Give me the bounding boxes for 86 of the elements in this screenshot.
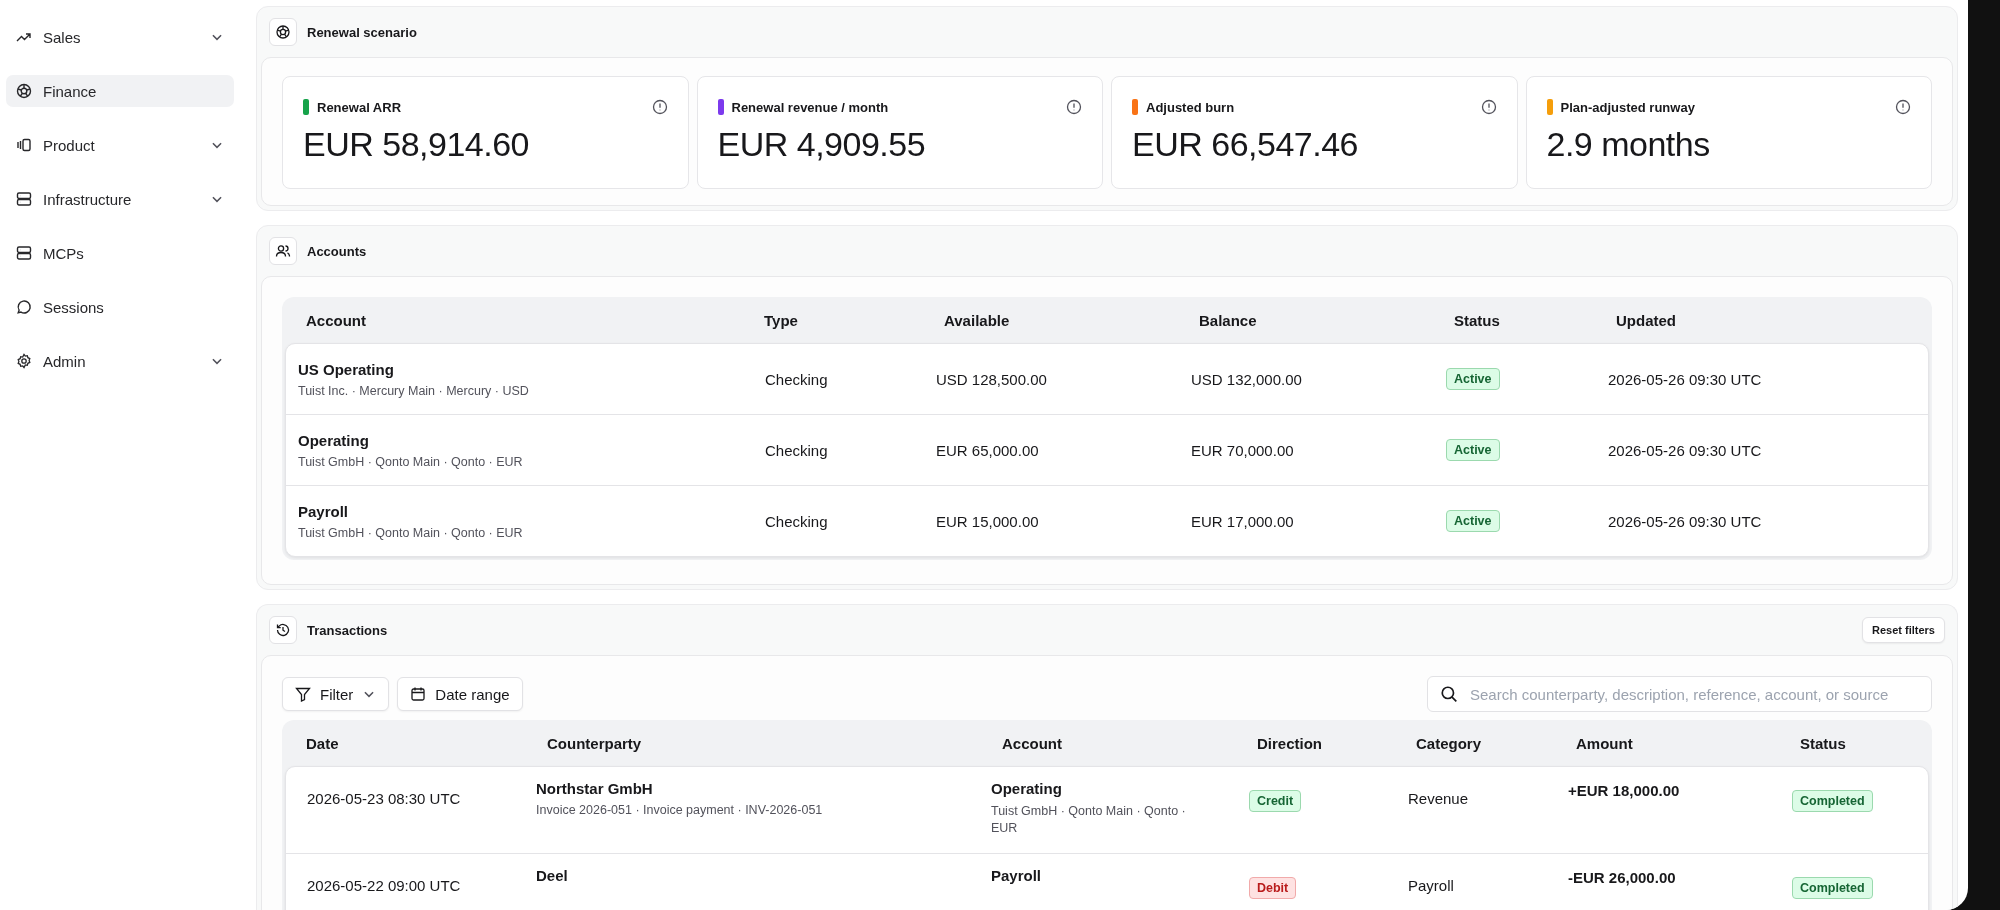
table-cell-text: 2026-05-26 09:30 UTC: [1608, 370, 1763, 388]
account-details: Tuist GmbH · Qonto Main · Qonto · EUR: [298, 454, 524, 469]
table-cell-text: EUR 65,000.00: [936, 441, 1040, 459]
table-cell-text: USD 132,000.00: [1191, 370, 1303, 388]
table-cell-text: Revenue: [1408, 790, 1470, 807]
table-cell-text: 2026-05-26 09:30 UTC: [1608, 512, 1763, 530]
column-header: Updated: [1616, 311, 1677, 329]
sidebar-item[interactable]: MCPs: [6, 237, 234, 269]
column-header: Counterparty: [547, 734, 643, 752]
sidebar-item[interactable]: Admin: [6, 345, 234, 377]
reset-filters-button[interactable]: Reset filters: [1862, 617, 1945, 643]
table-cell-text: Payroll: [1408, 877, 1455, 894]
metric-value: EUR 66,547.46: [1132, 125, 1359, 164]
column-header: Type: [764, 311, 799, 329]
metric-value: EUR 4,909.55: [717, 125, 927, 164]
column-header: Amount: [1576, 734, 1634, 752]
aperture-icon: [16, 83, 32, 99]
column-header: Balance: [1199, 311, 1258, 329]
metric-value: 2.9 months: [1546, 125, 1711, 164]
table-cell-text: 2026-05-23 08:30 UTC: [307, 790, 462, 807]
info-icon[interactable]: [1480, 99, 1497, 115]
status-badge: Active: [1446, 439, 1500, 461]
account-name: Operating: [298, 431, 370, 449]
column-header: Status: [1800, 734, 1847, 752]
direction-badge: Credit: [1249, 790, 1302, 812]
info-icon[interactable]: [1895, 99, 1911, 115]
account-name: Operating: [991, 780, 1063, 797]
table-cell-text: Checking: [765, 441, 829, 459]
section-title: Transactions: [307, 622, 389, 638]
status-badge: Active: [1446, 368, 1500, 390]
counterparty-name: Deel: [536, 867, 569, 884]
server-icon: [16, 191, 32, 207]
table-cell-text: 2026-05-26 09:30 UTC: [1608, 441, 1763, 459]
metric-label: Renewal ARR: [317, 99, 403, 115]
metric-label: Adjusted burn: [1146, 99, 1236, 115]
column-header: Category: [1416, 734, 1483, 752]
metric-label: Plan-adjusted runway: [1560, 99, 1696, 115]
card-stack-icon: [16, 137, 32, 153]
users-icon: [269, 237, 297, 265]
section-title: Renewal scenario: [307, 24, 418, 40]
aperture-icon: [269, 18, 297, 46]
account-name: US Operating: [298, 360, 395, 378]
section-title: Accounts: [307, 243, 368, 259]
status-badge: Completed: [1792, 877, 1873, 899]
account-details: Tuist GmbH · Qonto Main · Qonto · EUR: [991, 803, 1187, 837]
metric-value: EUR 58,914.60: [303, 125, 530, 164]
column-header: Date: [306, 734, 340, 752]
table-cell-text: Checking: [765, 370, 829, 388]
sidebar-item[interactable]: Sessions: [6, 291, 234, 323]
status-badge: Completed: [1792, 790, 1873, 812]
column-header: Direction: [1257, 734, 1323, 752]
account-name: Payroll: [991, 867, 1043, 884]
table-cell-text: EUR 70,000.00: [1191, 441, 1295, 459]
settings-icon: [16, 353, 32, 369]
sidebar-item[interactable]: Sales: [6, 21, 234, 53]
table-cell-text: USD 128,500.00: [936, 370, 1048, 388]
table-cell-text: EUR 17,000.00: [1191, 512, 1295, 530]
table-cell-text: Checking: [765, 512, 829, 530]
server-icon: [16, 245, 32, 261]
column-header: Account: [1002, 734, 1063, 752]
date-range-button[interactable]: Date range: [397, 677, 523, 711]
column-header: Account: [306, 311, 367, 329]
info-icon[interactable]: [1066, 99, 1082, 115]
metric-label: Renewal revenue / month: [731, 99, 890, 115]
table-cell-text: 2026-05-22 09:00 UTC: [307, 877, 462, 894]
direction-badge: Debit: [1249, 877, 1297, 899]
amount: -EUR 26,000.00: [1568, 869, 1677, 886]
info-icon[interactable]: [651, 99, 668, 115]
amount: +EUR 18,000.00: [1568, 782, 1681, 799]
calendar-icon: [410, 686, 427, 702]
history-icon: [269, 616, 297, 644]
sidebar-item[interactable]: Product: [6, 129, 234, 161]
filter-button[interactable]: Filter: [282, 677, 390, 711]
account-details: Tuist GmbH · Qonto Main · Qonto · EUR: [298, 525, 524, 540]
chat-bubble-icon: [16, 299, 32, 315]
sidebar-item[interactable]: Finance: [6, 75, 234, 107]
sidebar-item[interactable]: Infrastructure: [6, 183, 234, 215]
account-details: Tuist Inc. · Mercury Main · Mercury · USD: [298, 383, 530, 398]
column-header: Status: [1454, 311, 1501, 329]
column-header: Available: [944, 311, 1011, 329]
filter-icon: [295, 686, 311, 702]
search-field[interactable]: Search counterparty, description, reference, account, or source: [1427, 676, 1932, 712]
account-name: Payroll: [298, 502, 350, 520]
counterparty-name: Northstar GmbH: [536, 780, 654, 797]
table-cell-text: EUR 15,000.00: [936, 512, 1040, 530]
status-badge: Active: [1446, 510, 1500, 532]
